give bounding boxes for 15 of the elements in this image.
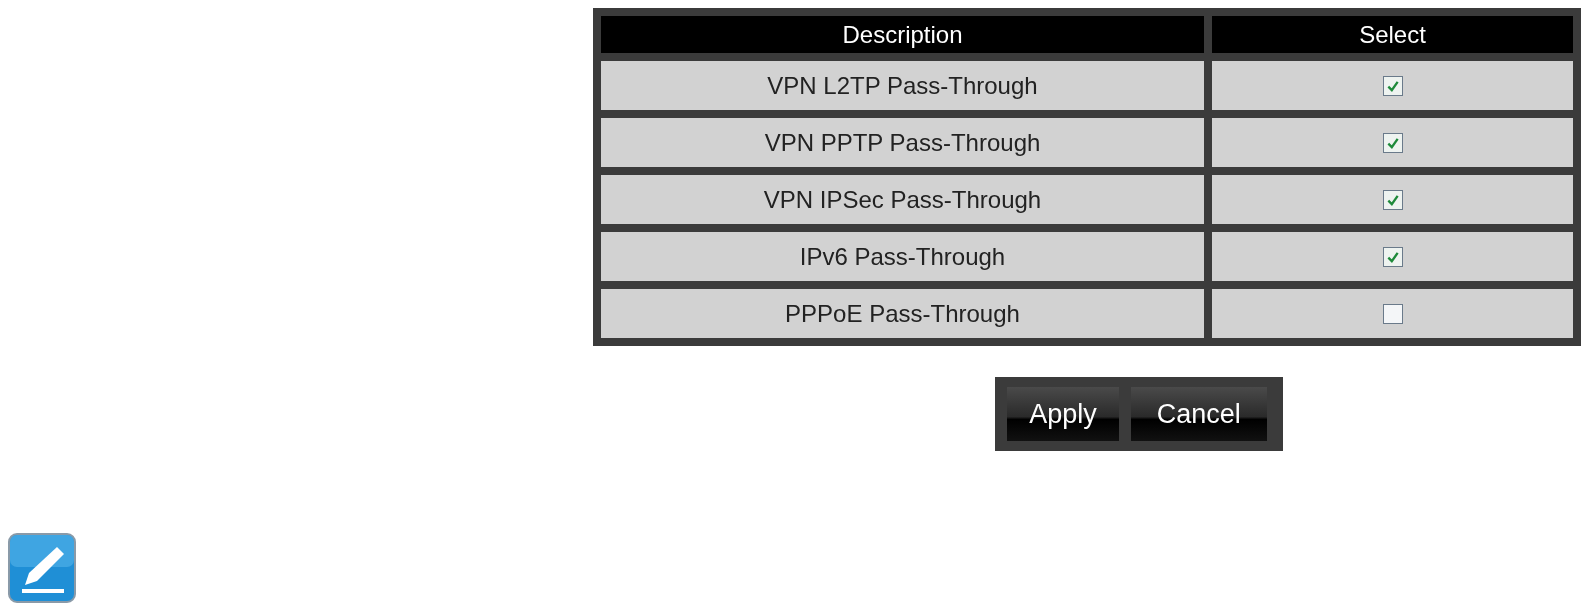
column-header: Description <box>601 16 1204 53</box>
table-cell: VPN PPTP Pass-Through <box>601 118 1204 167</box>
checkbox[interactable] <box>1382 246 1403 267</box>
table-cell: VPN IPSec Pass-Through <box>601 175 1204 224</box>
table-cell: PPPoE Pass-Through <box>601 289 1204 338</box>
action-button[interactable]: Cancel <box>1130 387 1267 441</box>
checkbox[interactable] <box>1382 132 1403 153</box>
table-cell: IPv6 Pass-Through <box>601 232 1204 281</box>
table-cell: VPN L2TP Pass-Through <box>601 61 1204 110</box>
checkbox[interactable] <box>1382 189 1403 210</box>
pencil-icon <box>7 532 77 604</box>
checkbox[interactable] <box>1382 75 1403 96</box>
action-button[interactable]: Apply <box>1007 387 1119 441</box>
column-header: Select <box>1212 16 1573 53</box>
checkbox[interactable] <box>1382 303 1403 324</box>
